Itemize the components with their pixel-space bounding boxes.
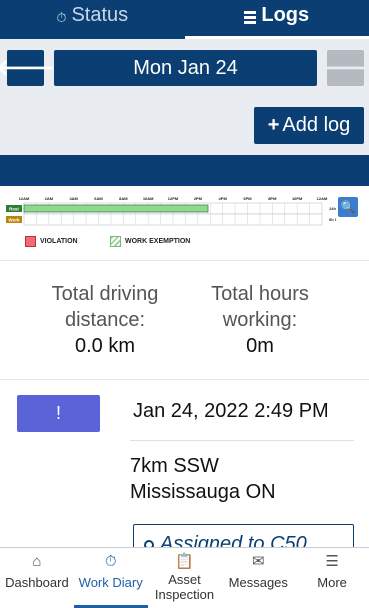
list-icon <box>244 11 257 24</box>
hour-tick-label: 6PM <box>243 196 252 201</box>
legend-violation: VIOLATION <box>25 236 78 247</box>
violation-swatch <box>25 236 36 247</box>
add-log-label: Add log <box>282 114 351 136</box>
clipboard-icon: 📋 <box>175 553 194 570</box>
nav-dashboard-label: Dashboard <box>5 575 69 590</box>
total-working-label: Total hours working: <box>211 283 309 331</box>
zoom-icon: 🔍 <box>340 200 356 214</box>
date-toolbar: 🡐 Mon Jan 24 🡒 + Add log <box>0 39 369 155</box>
zoom-graph-button[interactable]: 🔍 <box>338 197 358 217</box>
previous-day-button[interactable]: 🡐 <box>0 50 55 86</box>
add-log-button[interactable]: + Add log <box>254 107 364 144</box>
plus-icon: + <box>267 114 280 136</box>
assigned-label: Assigned to C50 <box>160 533 307 548</box>
stopwatch-icon: ⏱ <box>56 10 67 25</box>
total-working-value: 0m <box>246 335 274 357</box>
log-location: 7km SSW Mississauga ON <box>130 453 276 505</box>
total-driving-value: 0.0 km <box>74 335 136 357</box>
graph-grid: 12AM 2AM 4AM 6AM 8AM 10AM 12PM 2PM 4PM 6PM 8PM 10PM… <box>6 196 336 226</box>
next-day-button[interactable]: 🡒 <box>316 50 369 86</box>
total-hours-working: Total hours working: 0m <box>180 281 340 359</box>
rest-segment <box>23 204 209 213</box>
work-exemption-swatch <box>110 236 121 247</box>
date-label: Mon Jan 24 <box>133 56 238 79</box>
log-timestamp: Jan 24, 2022 2:49 PM <box>133 400 329 422</box>
nav-work-diary[interactable]: ⏱ Work Diary <box>73 548 148 608</box>
tab-status[interactable]: ⏱ Status <box>0 0 185 39</box>
row-label: Rest <box>9 207 19 212</box>
nav-dashboard[interactable]: ⌂ Dashboard <box>0 548 74 608</box>
hour-tick-label: 10AM <box>143 196 154 201</box>
total-driving-distance: Total driving distance: 0.0 km <box>25 281 185 359</box>
duty-status-graph: 12AM 2AM 4AM 6AM 8AM 10AM 12PM 2PM 4PM 6PM 8PM 10PM… <box>0 186 369 261</box>
divider <box>130 440 354 441</box>
row-label: Work <box>8 218 20 223</box>
home-icon: ⌂ <box>32 553 42 570</box>
arrow-right-icon: 🡒 <box>316 55 369 80</box>
nav-messages-label: Messages <box>228 575 288 590</box>
daily-totals: Total driving distance: 0.0 km Total hou… <box>0 261 369 380</box>
hour-tick-label: 4AM <box>69 196 78 201</box>
legend-work-exemption: WORK EXEMPTION <box>110 236 190 247</box>
hour-tick-label: 2AM <box>45 196 54 201</box>
alert-badge-text: ! <box>55 403 61 423</box>
hour-tick-label: 2PM <box>194 196 203 201</box>
envelope-icon: ✉ <box>252 553 265 570</box>
rest-total: 14h 49m <box>329 206 336 211</box>
hour-tick-label: 10PM <box>292 196 303 201</box>
assigned-vehicle-button[interactable]: Assigned to C50 <box>133 524 354 548</box>
hour-tick-label: 12AM <box>19 196 30 201</box>
nav-work-diary-label: Work Diary <box>78 575 143 590</box>
menu-icon: ☰ <box>325 553 339 570</box>
hour-tick-label: 6AM <box>94 196 103 201</box>
alert-badge[interactable]: ! <box>17 395 100 432</box>
legend-exemption-label: WORK EXEMPTION <box>125 238 191 245</box>
legend-violation-label: VIOLATION <box>40 238 78 245</box>
nav-messages[interactable]: ✉ Messages <box>221 548 295 608</box>
location-line-1: 7km SSW <box>130 455 219 477</box>
hour-tick-label: 12AM <box>317 196 328 201</box>
hour-tick-label: 12PM <box>168 196 179 201</box>
location-line-2: Mississauga ON <box>130 481 276 503</box>
hour-tick-label: 8PM <box>268 196 277 201</box>
tab-logs[interactable]: Logs <box>184 0 369 39</box>
log-entry[interactable]: ! Jan 24, 2022 2:49 PM 7km SSW Mississau… <box>0 380 369 548</box>
tab-status-label: Status <box>71 4 129 26</box>
hour-tick-label: 8AM <box>119 196 128 201</box>
arrow-left-icon: 🡐 <box>0 55 55 80</box>
top-tabs: ⏱ Status Logs <box>0 0 369 39</box>
tab-logs-label: Logs <box>261 4 310 26</box>
nav-more-label: More <box>317 575 347 590</box>
nav-asset-inspection-label: Asset Inspection <box>154 572 215 602</box>
date-picker-button[interactable]: Mon Jan 24 <box>54 50 317 86</box>
hour-tick-label: 4PM <box>219 196 228 201</box>
nav-asset-inspection[interactable]: 📋 Asset Inspection <box>148 548 222 608</box>
stopwatch-icon: ⏱ <box>104 553 117 570</box>
section-divider-bar <box>0 155 369 186</box>
work-total: 0h 0m <box>329 217 336 222</box>
nav-more[interactable]: ☰ More <box>295 548 369 608</box>
total-driving-label: Total driving distance: <box>51 283 159 331</box>
bottom-navigation: ⌂ Dashboard ⏱ Work Diary 📋 Asset Inspect… <box>0 547 369 608</box>
